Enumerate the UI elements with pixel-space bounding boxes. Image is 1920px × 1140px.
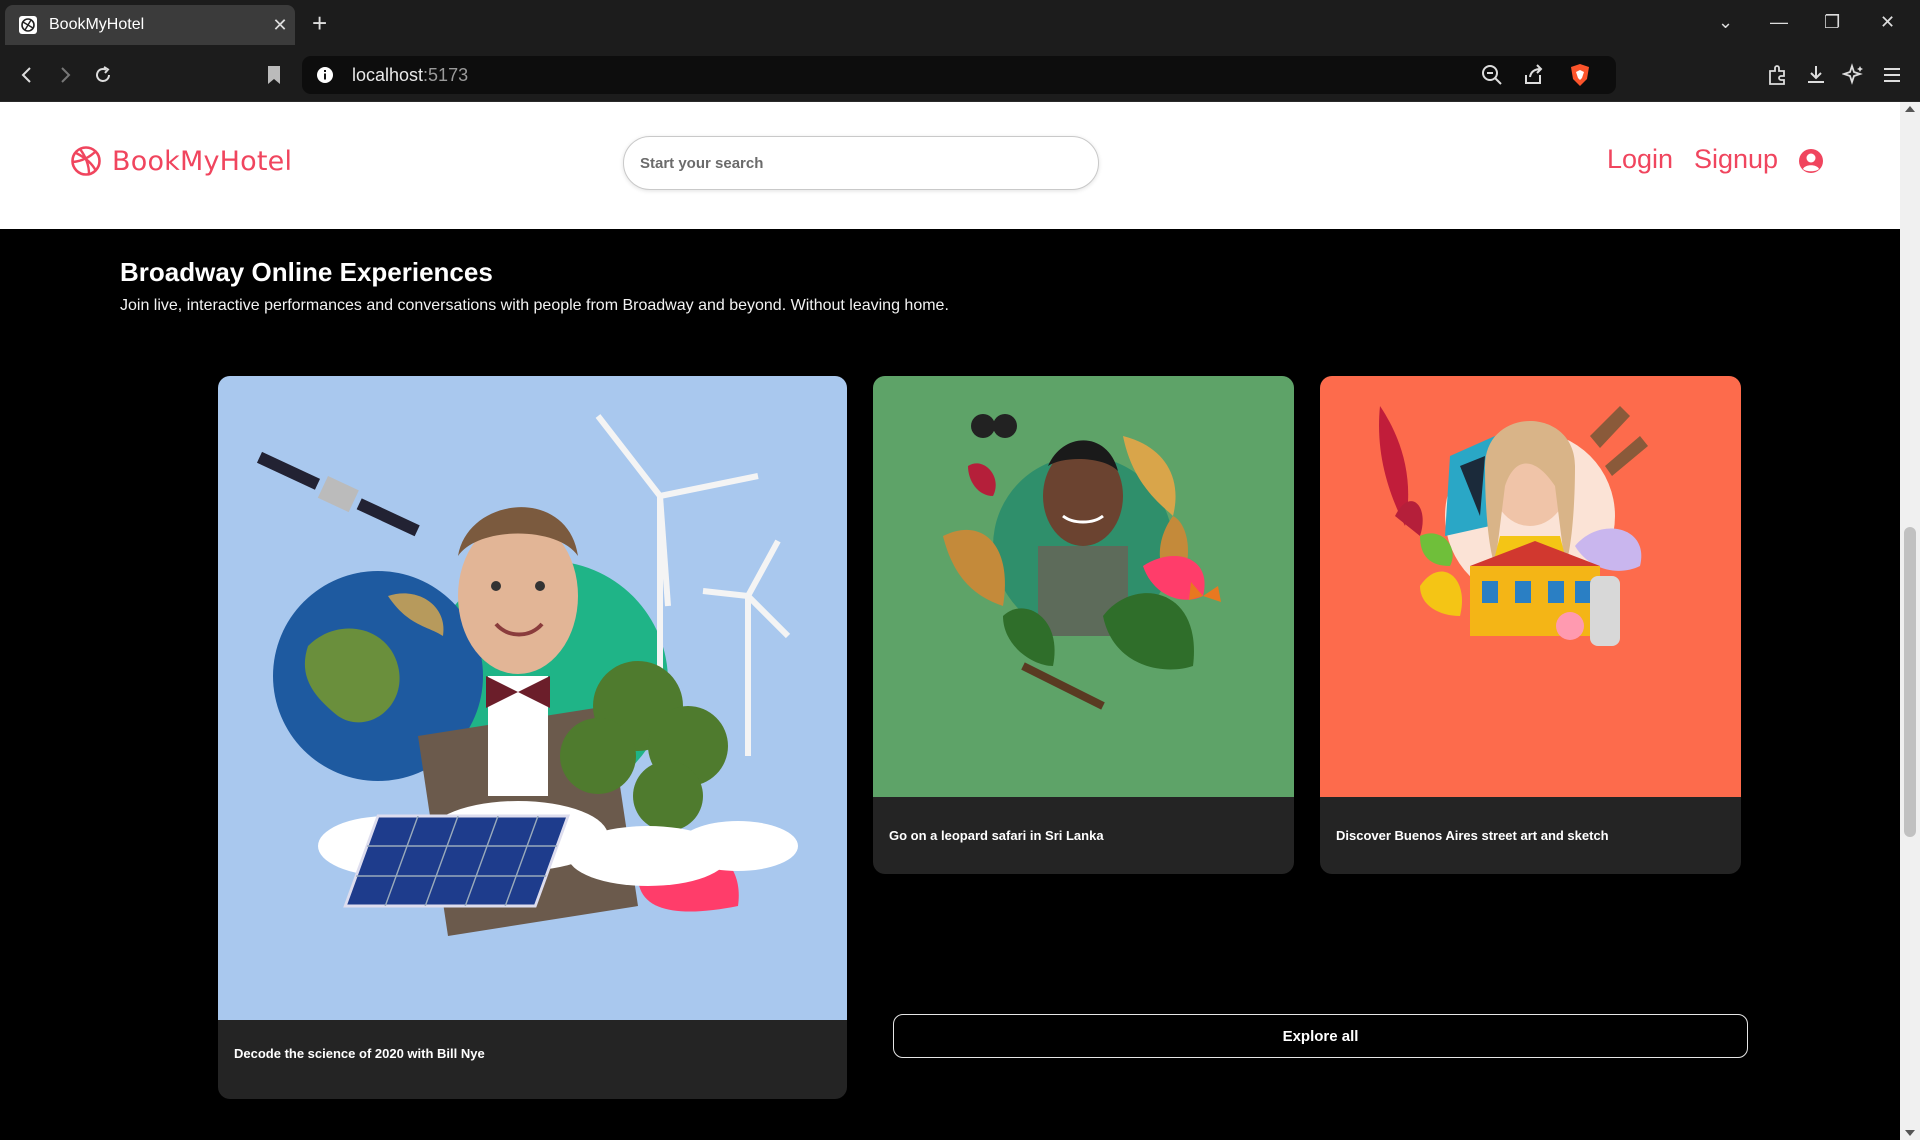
new-tab-icon[interactable]: + [312,8,327,39]
card-caption: Discover Buenos Aires street art and ske… [1336,828,1609,843]
share-icon[interactable] [1522,63,1546,87]
leo-ai-icon[interactable] [1842,63,1866,87]
scrollbar-thumb[interactable] [1904,527,1916,837]
search-input[interactable] [623,136,1099,190]
url-text: localhost:5173 [352,64,469,85]
explore-all-button[interactable]: Explore all [893,1014,1748,1058]
card-image-street-art [1320,376,1741,797]
card-caption: Decode the science of 2020 with Bill Nye [234,1046,485,1061]
brand-name: BookMyHotel [112,145,293,177]
menu-icon[interactable] [1880,63,1904,87]
section-title: Broadway Online Experiences [120,257,493,287]
scroll-up-icon[interactable] [1905,106,1915,112]
brand-logo[interactable]: BookMyHotel [70,145,292,177]
close-window-icon[interactable]: ✕ [1880,12,1895,33]
dribbble-logo-icon [71,146,101,176]
scroll-down-icon[interactable] [1905,1130,1915,1136]
card-image-safari [873,376,1294,797]
back-icon[interactable] [14,62,40,88]
card-image-science [218,376,847,1020]
brave-shield-icon[interactable] [1568,63,1592,87]
tab-title: BookMyHotel [49,16,145,33]
user-account-icon[interactable] [1798,148,1824,174]
zoom-icon[interactable] [1480,63,1504,87]
forward-icon[interactable] [52,62,78,88]
page-scrollbar[interactable] [1900,102,1920,1140]
experience-card[interactable]: Discover Buenos Aires street art and ske… [1320,376,1741,874]
card-caption: Go on a leopard safari in Sri Lanka [889,828,1104,843]
experience-card[interactable]: Decode the science of 2020 with Bill Nye [218,376,847,1099]
tab-list-chevron-icon[interactable]: ⌄ [1718,12,1733,33]
site-favicon-icon [19,16,37,34]
login-link[interactable]: Login [1607,144,1673,175]
site-info-icon[interactable] [316,66,334,84]
experience-card[interactable]: Go on a leopard safari in Sri Lanka [873,376,1294,874]
section-subtitle: Join live, interactive performances and … [120,297,949,314]
signup-link[interactable]: Signup [1694,144,1778,175]
restore-icon[interactable]: ❐ [1824,12,1840,33]
address-bar[interactable]: localhost:5173 [302,56,1616,94]
minimize-icon[interactable]: — [1770,12,1788,33]
browser-tab[interactable]: BookMyHotel ✕ [5,5,295,45]
site-header: BookMyHotel Login Signup [0,102,1900,229]
reload-icon[interactable] [90,62,116,88]
extensions-icon[interactable] [1766,63,1790,87]
browser-tab-strip: BookMyHotel ✕ + ⌄ — ❐ ✕ [0,0,1920,49]
bookmark-icon[interactable] [261,62,287,88]
page-viewport: BookMyHotel Login Signup Broadway Online… [0,102,1900,1140]
close-tab-icon[interactable]: ✕ [265,15,295,36]
downloads-icon[interactable] [1804,63,1828,87]
